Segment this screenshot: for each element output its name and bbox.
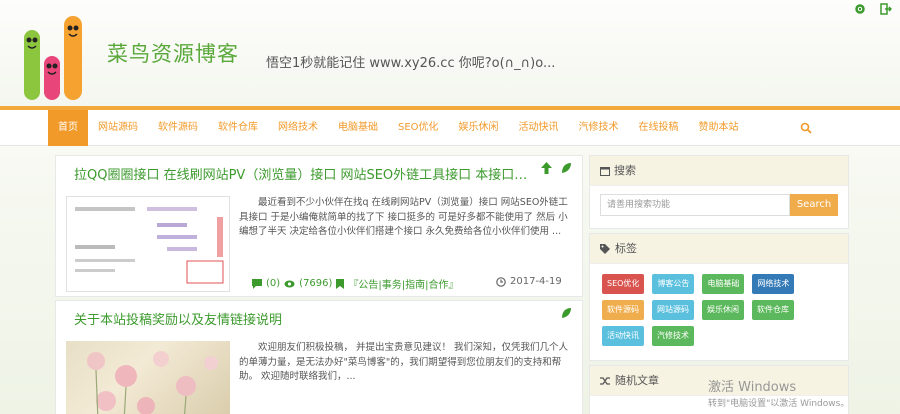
site-header: 菜鸟资源博客 悟空1秒就能记住 www.xy26.cc 你呢?o(∩_∩)o..…	[0, 0, 900, 108]
site-title[interactable]: 菜鸟资源博客	[107, 38, 239, 68]
tag-item[interactable]: 活动快讯	[602, 326, 644, 346]
site-description: 悟空1秒就能记住 www.xy26.cc 你呢?o(∩_∩)o...	[266, 56, 556, 71]
flower-image	[87, 351, 218, 414]
tag-item[interactable]: 软件源码	[602, 300, 644, 320]
nav-item-events[interactable]: 活动快讯	[509, 110, 569, 146]
tag-item[interactable]: 博客公告	[652, 274, 695, 294]
post-date-wrap: 2017-4-19	[496, 276, 562, 287]
logout-icon[interactable]	[880, 3, 892, 15]
main-nav: 首页 网站源码 软件源码 软件仓库 网络技术 电脑基础 SEO优化 娱乐休闲 活…	[0, 110, 900, 146]
bookmark-icon	[336, 278, 345, 289]
arrow-up-icon	[541, 162, 552, 174]
windows-activation-hint: 转到"电脑设置"以激活 Windows。	[708, 399, 850, 409]
top-icons	[854, 3, 892, 15]
nav-item-website-source[interactable]: 网站源码	[88, 110, 148, 146]
tag-item[interactable]: 娱乐休闲	[702, 300, 744, 320]
windows-activation-watermark: 激活 Windows	[708, 380, 797, 395]
clock-icon	[496, 276, 506, 287]
tag-item[interactable]: SEO优化	[602, 274, 645, 294]
leaf-icon	[562, 308, 571, 318]
shuffle-icon	[600, 376, 610, 385]
post-card: 拉QQ圈圈接口 在线刷网站PV（浏览量）接口 网站SEO外链工具接口 本接口永久…	[55, 155, 583, 297]
nav-item-auto-repair[interactable]: 汽修技术	[569, 110, 629, 146]
gear-icon[interactable]	[854, 3, 866, 15]
nav-item-entertainment[interactable]: 娱乐休闲	[449, 110, 509, 146]
sidebar-search-input[interactable]: 请善用搜索功能	[600, 194, 790, 216]
post-list: 拉QQ圈圈接口 在线刷网站PV（浏览量）接口 网站SEO外链工具接口 本接口永久…	[55, 155, 583, 414]
sidebar-search-button[interactable]: Search	[790, 194, 838, 216]
nav-item-submit[interactable]: 在线投稿	[629, 110, 689, 146]
view-count: (7696)	[299, 278, 333, 289]
tags-widget-header: 标签	[590, 234, 848, 264]
post-card: 关于本站投稿奖励以及友情链接说明 欢迎朋友们积极投稿， 并提出宝贵意见建议！ 我…	[55, 300, 583, 414]
search-widget-header: 搜索	[590, 156, 848, 186]
eye-icon	[284, 280, 295, 287]
tags-icon	[600, 243, 610, 254]
random-widget-title: 随机文章	[615, 373, 659, 387]
comment-icon	[252, 278, 262, 289]
comment-count[interactable]: (0)	[266, 278, 280, 289]
post-title[interactable]: 关于本站投稿奖励以及友情链接说明	[74, 309, 534, 328]
nav-item-seo[interactable]: SEO优化	[388, 110, 449, 146]
post-title-icons	[560, 307, 572, 319]
post-category[interactable]: 『公告|事务|指南|合作』	[348, 276, 458, 291]
post-thumbnail[interactable]	[66, 196, 230, 292]
search-widget-title: 搜索	[614, 163, 636, 177]
tag-cloud: SEO优化 博客公告 电脑基础 网络技术软件源码 网站源码 娱乐休闲 软件仓库活动快讯 汽修技…	[602, 274, 842, 346]
post-meta: (0) (7696) 『公告|事务|指南|合作』 2017-4-19	[252, 276, 562, 291]
nav-item-pc-basics[interactable]: 电脑基础	[328, 110, 388, 146]
nav-item-software-source[interactable]: 软件源码	[148, 110, 208, 146]
thumbnail-image	[75, 207, 224, 284]
nav-item-home[interactable]: 首页	[48, 110, 88, 146]
nav-item-network-tech[interactable]: 网络技术	[268, 110, 328, 146]
tags-widget-title: 标签	[615, 241, 637, 255]
post-date: 2017-4-19	[510, 276, 562, 287]
nav-item-sponsor[interactable]: 赞助本站	[689, 110, 749, 146]
tags-widget: 标签 SEO优化 博客公告 电脑基础 网络技术软件源码 网站源码 娱乐休闲 软件仓库活动快讯…	[589, 233, 849, 361]
tag-item[interactable]: 软件仓库	[752, 300, 794, 320]
tag-item[interactable]: 汽修技术	[652, 326, 694, 346]
tag-item[interactable]: 电脑基础	[702, 274, 745, 294]
search-widget: 搜索 请善用搜索功能 Search	[589, 155, 849, 229]
site-logo[interactable]	[18, 10, 98, 102]
search-icon[interactable]	[800, 122, 812, 134]
post-excerpt: 最近看到不少小伙伴在找q 在线刷网站PV（浏览量）接口 网站SEO外链工具接口 …	[239, 197, 568, 237]
post-title-icons	[541, 162, 572, 174]
post-excerpt: 欢迎朋友们积极投稿， 并提出宝贵意见建议！ 我们深知，仅凭我们几个人的单薄力量，…	[239, 342, 569, 382]
tag-item[interactable]: 网站源码	[652, 300, 694, 320]
post-thumbnail[interactable]	[66, 341, 230, 414]
leaf-icon	[562, 163, 571, 173]
nav-item-software-repo[interactable]: 软件仓库	[208, 110, 268, 146]
post-title[interactable]: 拉QQ圈圈接口 在线刷网站PV（浏览量）接口 网站SEO外链工具接口 本接口永久…	[74, 164, 534, 183]
calendar-icon	[600, 166, 610, 176]
tag-item[interactable]: 网络技术	[752, 274, 795, 294]
